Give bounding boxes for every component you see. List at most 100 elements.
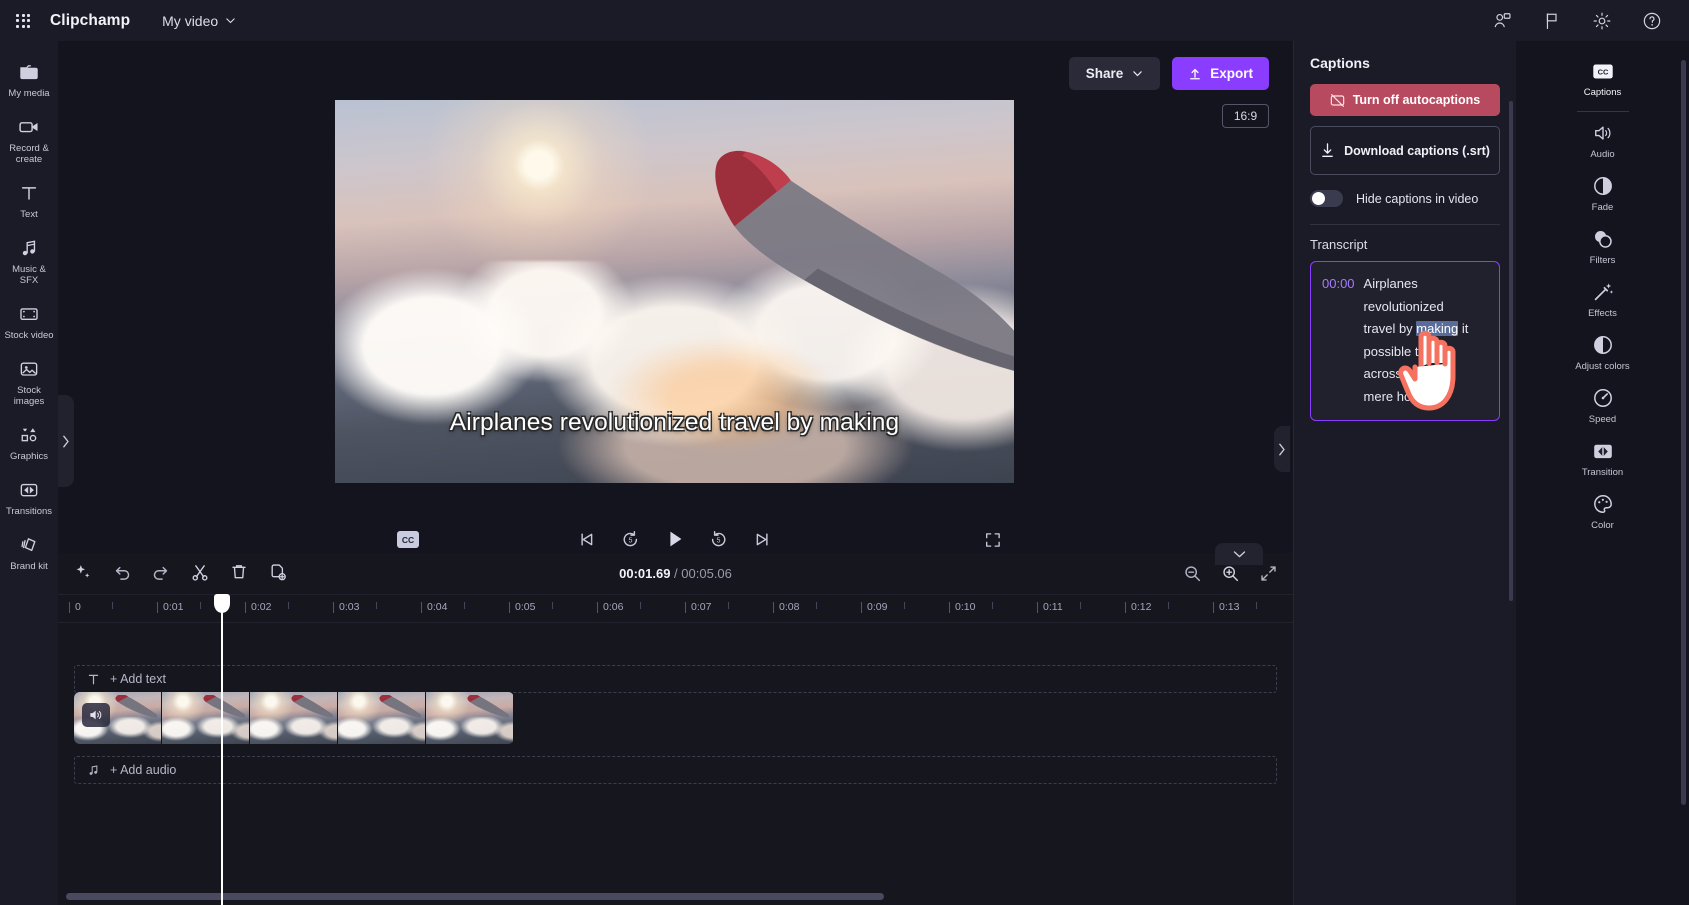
video-clip[interactable] <box>74 692 514 744</box>
ruler-tick: 0:09 <box>860 601 888 613</box>
fullscreen-button[interactable] <box>984 531 1004 551</box>
flag-feedback-icon[interactable] <box>1541 10 1563 32</box>
half-circle-icon <box>1592 334 1614 356</box>
sidebar-item-my-media[interactable]: My media <box>0 53 58 106</box>
sidebar-label: Text <box>20 209 38 220</box>
fade-circle-icon <box>1592 175 1614 197</box>
download-captions-button[interactable]: Download captions (.srt) <box>1310 126 1500 175</box>
folder-icon <box>18 61 40 83</box>
ruler-tick: 0:04 <box>420 601 448 613</box>
project-name-dropdown[interactable]: My video <box>162 13 236 29</box>
sidebar-item-transitions[interactable]: Transitions <box>0 471 58 524</box>
skip-to-start-button[interactable] <box>575 527 599 551</box>
panel-scrollbar[interactable] <box>1509 101 1513 601</box>
page-vertical-scrollbar[interactable] <box>1681 60 1686 805</box>
property-tool-rail: CC Captions Audio Fade Filters Effects A… <box>1509 41 1689 905</box>
transition-icon <box>18 479 40 501</box>
transport-controls: 5 5 <box>335 527 1014 551</box>
hide-captions-label: Hide captions in video <box>1356 191 1479 206</box>
timeline-ruler[interactable]: 0 0:01 0:02 0:03 0:04 0:05 0:06 0:07 0:0… <box>58 595 1293 623</box>
tab-label: Transition <box>1581 467 1624 478</box>
ruler-tick: 0:13 <box>1212 601 1240 613</box>
image-photo-icon <box>18 358 40 380</box>
sidebar-label: Brand kit <box>10 561 48 572</box>
shapes-icon <box>18 424 40 446</box>
aspect-ratio-button[interactable]: 16:9 <box>1222 104 1269 128</box>
sidebar-item-brand-kit[interactable]: Brand kit <box>0 526 58 579</box>
right-panel-collapse-handle[interactable] <box>1274 426 1290 472</box>
transcript-line[interactable]: 00:00 Airplanes revolutionized travel by… <box>1322 273 1488 408</box>
magnifier-plus-icon[interactable] <box>1219 562 1241 584</box>
sidebar-label: Record & create <box>9 143 49 165</box>
tab-adjust-colors[interactable]: Adjust colors <box>1571 326 1635 379</box>
add-text-track[interactable]: + Add text <box>74 665 1277 693</box>
sidebar-item-text[interactable]: Text <box>0 174 58 227</box>
help-question-icon[interactable] <box>1641 10 1663 32</box>
sidebar-item-stock-video[interactable]: Stock video <box>0 295 58 348</box>
sidebar-label: Music & SFX <box>12 264 46 286</box>
clip-audio-icon[interactable] <box>82 703 110 727</box>
sidebar-label: Stock images <box>13 385 45 407</box>
transcript-editor[interactable]: 00:00 Airplanes revolutionized travel by… <box>1310 261 1500 421</box>
playhead-handle[interactable] <box>214 594 230 613</box>
export-button[interactable]: Export <box>1172 57 1269 90</box>
sidebar-item-stock-images[interactable]: Stock images <box>0 350 58 414</box>
tab-fade[interactable]: Fade <box>1571 167 1635 220</box>
tab-filters[interactable]: Filters <box>1571 220 1635 273</box>
fit-arrows-icon[interactable] <box>1257 562 1279 584</box>
magic-wand-icon <box>1592 281 1614 303</box>
hide-captions-toggle-row[interactable]: Hide captions in video <box>1310 190 1500 207</box>
tab-label: Speed <box>1588 414 1617 425</box>
chevron-right-icon <box>63 435 69 447</box>
transcript-text[interactable]: Airplanes revolutionized travel by makin… <box>1364 273 1469 408</box>
text-t-icon <box>18 182 40 204</box>
rewind-5-icon: 5 <box>623 530 638 546</box>
brand-title: Clipchamp <box>50 11 131 29</box>
turn-off-autocaptions-button[interactable]: Turn off autocaptions <box>1310 84 1500 116</box>
sidebar-item-music-sfx[interactable]: Music & SFX <box>0 229 58 293</box>
text-t-icon <box>88 674 99 684</box>
timeline-horizontal-scrollbar[interactable] <box>58 893 1293 900</box>
magnifier-minus-icon[interactable] <box>1181 562 1203 584</box>
tab-effects[interactable]: Effects <box>1571 273 1635 326</box>
tab-audio[interactable]: Audio <box>1571 114 1635 167</box>
transcript-heading: Transcript <box>1310 237 1368 252</box>
hide-captions-toggle[interactable] <box>1310 190 1343 207</box>
clip-thumbnail <box>338 692 426 744</box>
video-preview[interactable]: Airplanes revolutionized travel by makin… <box>335 100 1014 483</box>
ruler-tick: 0 <box>69 601 81 613</box>
panel-title: Captions <box>1310 55 1370 71</box>
tab-transition[interactable]: Transition <box>1571 432 1635 485</box>
gear-settings-icon[interactable] <box>1591 10 1613 32</box>
project-name-label: My video <box>162 12 219 29</box>
transition-icon <box>1592 440 1614 462</box>
app-launcher-icon[interactable] <box>0 13 46 28</box>
transcript-word: revolutionized <box>1363 298 1444 314</box>
sidebar-label: My media <box>8 88 50 99</box>
share-person-icon[interactable] <box>1491 10 1513 32</box>
tab-color[interactable]: Color <box>1571 485 1635 538</box>
top-bar-actions <box>1491 10 1689 32</box>
time-display: 00:01.69 / 00:05.06 <box>58 566 1293 581</box>
rail-divider <box>1576 111 1629 112</box>
sidebar-item-graphics[interactable]: Graphics <box>0 416 58 469</box>
share-button[interactable]: Share <box>1068 57 1161 90</box>
play-button[interactable] <box>663 527 687 551</box>
tab-label: Effects <box>1588 308 1617 319</box>
chevron-right-icon <box>1279 443 1285 455</box>
transcript-selected-word[interactable]: making <box>1416 321 1459 336</box>
timeline-collapse-button[interactable] <box>1215 543 1263 565</box>
forward-5s-button[interactable]: 5 <box>707 527 731 551</box>
add-text-label: + Add text <box>110 672 166 686</box>
tab-captions[interactable]: CC Captions <box>1571 52 1635 105</box>
tab-speed[interactable]: Speed <box>1571 379 1635 432</box>
tab-label: Captions <box>1583 87 1622 98</box>
playhead[interactable] <box>214 594 230 905</box>
skip-to-end-button[interactable] <box>751 527 775 551</box>
stage-action-bar: Share Export <box>1068 57 1269 90</box>
rewind-5s-button[interactable]: 5 <box>619 527 643 551</box>
left-panel-expand-handle[interactable] <box>58 395 74 487</box>
sidebar-item-record-create[interactable]: Record & create <box>0 108 58 172</box>
add-audio-track[interactable]: + Add audio <box>74 756 1277 784</box>
svg-text:5: 5 <box>629 536 633 544</box>
